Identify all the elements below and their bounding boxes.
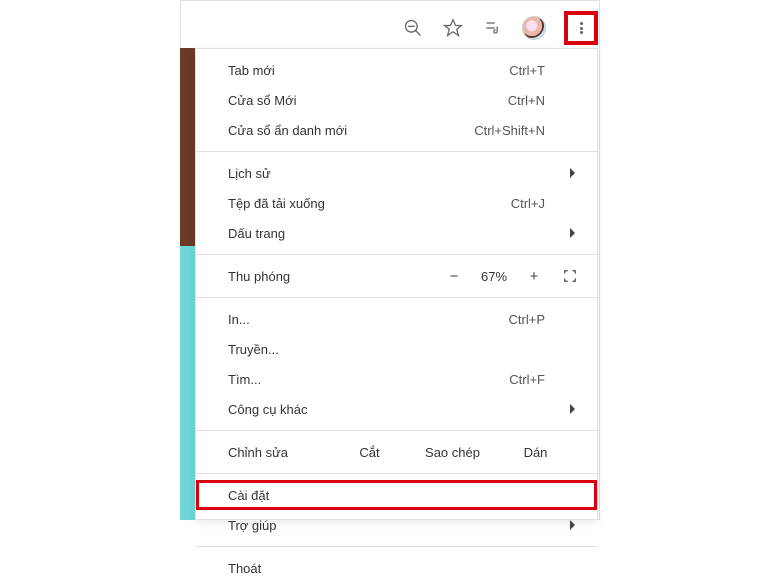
desktop-strip-bottom xyxy=(180,246,195,520)
zoom-value: 67% xyxy=(469,269,519,284)
menu-label: Thoát xyxy=(228,561,545,576)
menu-label: Tìm... xyxy=(228,372,509,387)
edit-copy-button[interactable]: Sao chép xyxy=(411,445,494,460)
menu-label: Truyền... xyxy=(228,342,545,357)
more-menu-button[interactable] xyxy=(564,11,598,45)
menu-label: Thu phóng xyxy=(228,269,439,284)
menu-item-bookmarks[interactable]: Dấu trang xyxy=(196,218,597,248)
menu-item-more-tools[interactable]: Công cụ khác xyxy=(196,394,597,424)
menu-label: Tab mới xyxy=(228,63,509,78)
zoom-minus-button[interactable]: − xyxy=(439,268,469,285)
menu-label: Chỉnh sửa xyxy=(228,445,328,460)
menu-shortcut: Ctrl+P xyxy=(509,312,545,327)
menu-item-cast[interactable]: Truyền... xyxy=(196,334,597,364)
zoom-plus-button[interactable]: + xyxy=(519,268,549,285)
menu-label: Cửa sổ Mới xyxy=(228,93,508,108)
menu-shortcut: Ctrl+F xyxy=(509,372,545,387)
media-control-icon[interactable] xyxy=(482,17,504,39)
menu-separator xyxy=(196,430,597,431)
menu-separator xyxy=(196,297,597,298)
edit-paste-button[interactable]: Dán xyxy=(494,445,577,460)
menu-item-help[interactable]: Trợ giúp xyxy=(196,510,597,540)
menu-item-print[interactable]: In... Ctrl+P xyxy=(196,304,597,334)
menu-label: Dấu trang xyxy=(228,226,545,241)
menu-item-incognito[interactable]: Cửa sổ ẩn danh mới Ctrl+Shift+N xyxy=(196,115,597,145)
menu-shortcut: Ctrl+N xyxy=(508,93,545,108)
bookmark-star-icon[interactable] xyxy=(442,17,464,39)
menu-item-exit[interactable]: Thoát xyxy=(196,553,597,583)
fullscreen-icon xyxy=(563,269,577,283)
menu-item-new-window[interactable]: Cửa sổ Mới Ctrl+N xyxy=(196,85,597,115)
vertical-dots-icon xyxy=(580,21,583,36)
menu-item-settings[interactable]: Cài đặt xyxy=(196,480,597,510)
chevron-right-icon xyxy=(570,228,575,238)
menu-item-edit: Chỉnh sửa Cắt Sao chép Dán xyxy=(196,437,597,467)
menu-separator xyxy=(196,546,597,547)
menu-item-history[interactable]: Lịch sử xyxy=(196,158,597,188)
menu-label: Lịch sử xyxy=(228,166,545,181)
menu-shortcut: Ctrl+T xyxy=(509,63,545,78)
browser-toolbar xyxy=(402,8,598,48)
menu-label: Cửa sổ ẩn danh mới xyxy=(228,123,474,138)
edit-cut-button[interactable]: Cắt xyxy=(328,445,411,460)
chevron-right-icon xyxy=(570,404,575,414)
menu-separator xyxy=(196,151,597,152)
menu-item-find[interactable]: Tìm... Ctrl+F xyxy=(196,364,597,394)
menu-shortcut: Ctrl+J xyxy=(511,196,545,211)
chrome-main-menu: Tab mới Ctrl+T Cửa sổ Mới Ctrl+N Cửa sổ … xyxy=(195,48,598,520)
menu-label: Tệp đã tải xuống xyxy=(228,196,511,211)
menu-shortcut: Ctrl+Shift+N xyxy=(474,123,545,138)
chevron-right-icon xyxy=(570,520,575,530)
menu-separator xyxy=(196,473,597,474)
desktop-strip-top xyxy=(180,48,195,246)
menu-label: In... xyxy=(228,312,509,327)
menu-label: Công cụ khác xyxy=(228,402,545,417)
chevron-right-icon xyxy=(570,168,575,178)
zoom-out-icon[interactable] xyxy=(402,17,424,39)
menu-item-new-tab[interactable]: Tab mới Ctrl+T xyxy=(196,55,597,85)
menu-separator xyxy=(196,254,597,255)
menu-label: Cài đặt xyxy=(228,488,545,503)
fullscreen-button[interactable] xyxy=(559,269,581,283)
profile-avatar[interactable] xyxy=(522,16,546,40)
menu-item-zoom: Thu phóng − 67% + xyxy=(196,261,597,291)
menu-item-downloads[interactable]: Tệp đã tải xuống Ctrl+J xyxy=(196,188,597,218)
